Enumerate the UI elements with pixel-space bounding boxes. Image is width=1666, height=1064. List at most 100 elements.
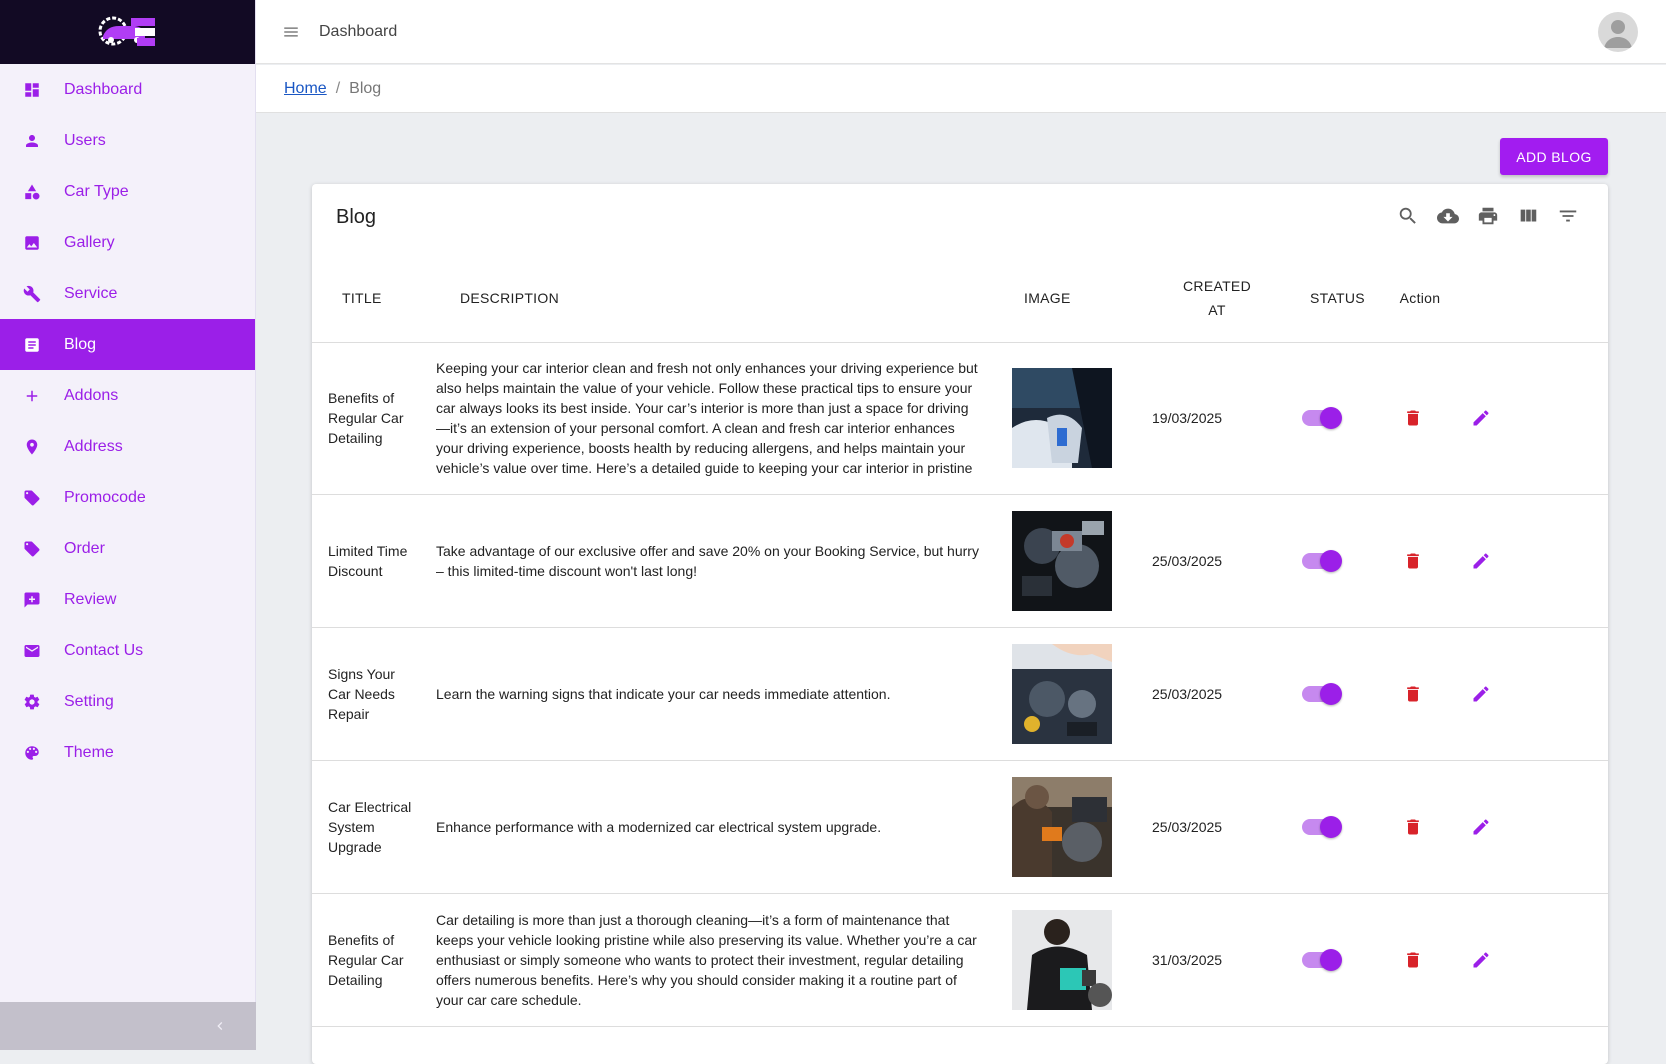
cell-title: Signs Your Car Needs Repair	[312, 627, 428, 761]
cell-description: Car detailing is more than just a thorou…	[428, 893, 1008, 1027]
cell-description: Learn the warning signs that indicate yo…	[428, 627, 1008, 761]
sidebar-item-contact-us[interactable]: Contact Us	[0, 625, 255, 676]
article-icon	[22, 335, 42, 355]
wrench-icon	[22, 284, 42, 304]
column-header-created-at[interactable]: CREATED AT	[1124, 254, 1282, 343]
cell-delete	[1364, 893, 1462, 1027]
toggle-knob	[1320, 948, 1342, 971]
delete-button[interactable]	[1402, 949, 1424, 971]
cell-description: Keeping your car interior clean and fres…	[428, 342, 1008, 495]
pencil-icon	[1473, 952, 1489, 967]
cell-created-at: 25/03/2025	[1124, 627, 1282, 761]
cell-delete	[1364, 627, 1462, 761]
sidebar-item-label: Dashboard	[64, 80, 143, 98]
filter-button[interactable]	[1556, 204, 1580, 228]
cell-delete	[1364, 494, 1462, 628]
status-toggle[interactable]	[1302, 407, 1342, 429]
status-toggle[interactable]	[1302, 549, 1342, 572]
user-avatar-icon	[1604, 20, 1632, 48]
tag-icon	[22, 539, 42, 559]
logo[interactable]	[97, 12, 159, 52]
edit-button[interactable]	[1470, 683, 1492, 705]
cell-status	[1282, 760, 1364, 894]
cell-status	[1282, 342, 1364, 495]
sidebar-item-blog[interactable]: Blog	[0, 319, 255, 370]
delete-button[interactable]	[1402, 816, 1424, 838]
plus-icon	[22, 386, 42, 406]
cell-created-at: 25/03/2025	[1124, 760, 1282, 894]
tag-icon	[22, 488, 42, 508]
download-csv-button[interactable]	[1436, 204, 1460, 228]
sidebar-item-review[interactable]: Review	[0, 574, 255, 625]
edit-button[interactable]	[1470, 949, 1492, 971]
breadcrumb-home-link[interactable]: Home	[284, 80, 327, 98]
status-toggle[interactable]	[1302, 815, 1342, 838]
cell-title: Limited Time Discount	[312, 494, 428, 628]
collapse-sidebar-button[interactable]	[0, 1002, 256, 1050]
sidebar-item-service[interactable]: Service	[0, 268, 255, 319]
sidebar-item-promocode[interactable]: Promocode	[0, 472, 255, 523]
palette-icon	[22, 743, 42, 763]
view-columns-button[interactable]	[1516, 204, 1540, 228]
card-title: Blog	[336, 206, 377, 228]
column-header-image[interactable]: IMAGE	[1008, 254, 1124, 343]
edit-button[interactable]	[1470, 407, 1492, 429]
delete-button[interactable]	[1402, 407, 1424, 429]
cell-image	[1008, 627, 1124, 761]
cell-image	[1008, 760, 1124, 894]
blog-thumbnail-image[interactable]	[1012, 368, 1112, 468]
sidebar-item-label: Addons	[64, 386, 119, 404]
sidebar-item-addons[interactable]: Addons	[0, 370, 255, 421]
sidebar-item-label: Theme	[64, 743, 114, 761]
cell-image	[1008, 342, 1124, 495]
cell-description: Take advantage of our exclusive offer an…	[428, 494, 1008, 628]
pencil-icon	[1473, 819, 1489, 834]
edit-button[interactable]	[1470, 816, 1492, 838]
cell-edit	[1462, 494, 1608, 628]
blog-thumbnail-image[interactable]	[1012, 643, 1112, 744]
status-toggle[interactable]	[1302, 948, 1342, 971]
sidebar-item-label: Contact Us	[64, 641, 144, 659]
sidebar-item-setting[interactable]: Setting	[0, 676, 255, 727]
edit-button[interactable]	[1470, 550, 1492, 572]
avatar[interactable]	[1598, 12, 1638, 52]
column-header-status[interactable]: STATUS	[1282, 254, 1365, 343]
sidebar-item-gallery[interactable]: Gallery	[0, 217, 255, 268]
sidebar-item-label: Car Type	[64, 182, 129, 200]
cell-title: Benefits of Regular Car Detailing	[312, 342, 428, 495]
add-blog-button[interactable]: ADD BLOG	[1500, 138, 1608, 175]
rate-review-icon	[22, 590, 42, 610]
breadcrumb: Home / Blog	[256, 65, 1666, 113]
blog-thumbnail-image[interactable]	[1012, 776, 1112, 877]
cell-image	[1008, 893, 1124, 1027]
status-toggle[interactable]	[1302, 682, 1342, 705]
search-icon	[1399, 207, 1416, 224]
cell-delete	[1364, 342, 1462, 495]
delete-button[interactable]	[1402, 683, 1424, 705]
sidebar-item-order[interactable]: Order	[0, 523, 255, 574]
sidebar-item-address[interactable]: Address	[0, 421, 255, 472]
cell-edit	[1462, 342, 1608, 495]
search-button[interactable]	[1396, 204, 1420, 228]
sidebar-item-dashboard[interactable]: Dashboard	[0, 64, 255, 115]
print-icon	[1478, 207, 1498, 225]
sidebar-item-label: Users	[64, 131, 106, 149]
cell-title: Benefits of Regular Car Detailing	[312, 893, 428, 1027]
column-header-title[interactable]: TITLE	[312, 254, 428, 343]
pencil-icon	[1473, 553, 1489, 568]
print-button[interactable]	[1476, 204, 1500, 228]
trash-icon	[1407, 686, 1419, 701]
table-row: Benefits of Regular Car Detailing Keepin…	[312, 342, 1608, 495]
table-row: Limited Time Discount Take advantage of …	[312, 494, 1608, 628]
sidebar-item-car-type[interactable]: Car Type	[0, 166, 255, 217]
menu-toggle-button[interactable]	[281, 22, 301, 42]
column-header-description[interactable]: DESCRIPTION	[428, 254, 1008, 343]
logo-bar	[0, 0, 255, 64]
blog-thumbnail-image[interactable]	[1012, 510, 1112, 611]
view-column-icon	[1520, 209, 1537, 222]
blog-thumbnail-image[interactable]	[1012, 909, 1112, 1010]
sidebar-item-users[interactable]: Users	[0, 115, 255, 166]
delete-button[interactable]	[1402, 550, 1424, 572]
chevron-left-icon	[217, 1022, 223, 1030]
sidebar-item-theme[interactable]: Theme	[0, 727, 255, 778]
